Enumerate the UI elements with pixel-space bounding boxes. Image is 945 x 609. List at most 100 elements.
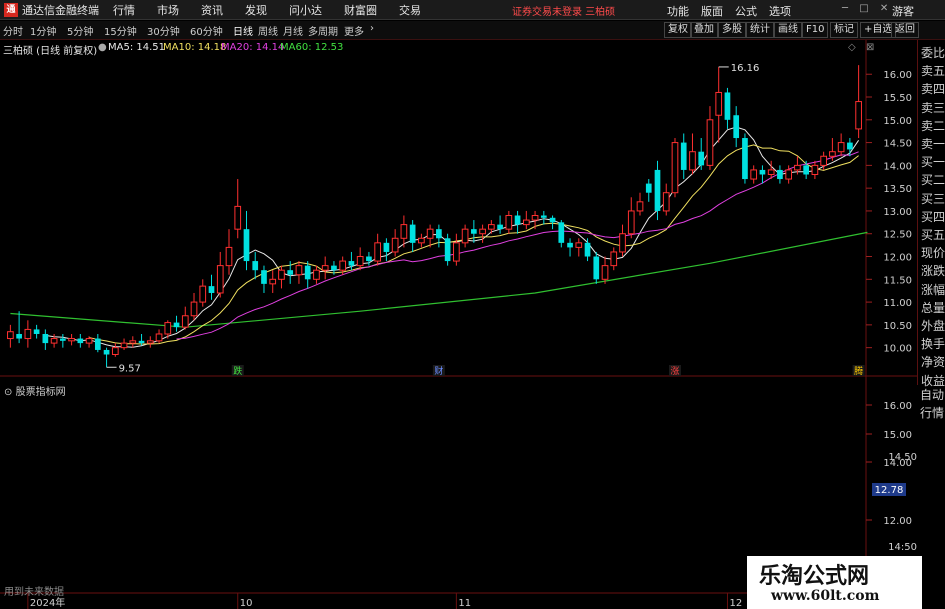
sidebar-field: 涨幅 — [921, 282, 945, 297]
menu-gongneng[interactable]: 功能 — [667, 3, 689, 19]
candle-body-up — [837, 142, 845, 153]
lower-y-tick-label: 16.00 — [883, 401, 912, 412]
candle-body-up — [85, 338, 93, 344]
y-tick-label: 12.50 — [883, 230, 912, 241]
menu-jiaoyi[interactable]: 交易 — [399, 2, 421, 18]
period-multi[interactable]: 多周期 — [308, 23, 338, 38]
period-15min[interactable]: 15分钟 — [104, 23, 137, 38]
menu-banmian[interactable]: 版面 — [701, 3, 723, 19]
candle-body-down — [138, 340, 145, 344]
candle-body-down — [59, 338, 66, 341]
f10-button[interactable]: F10 — [802, 22, 829, 38]
candle-body-up — [662, 192, 670, 212]
ma5-path — [45, 126, 860, 348]
period-1min[interactable]: 1分钟 — [30, 23, 56, 38]
period-60min[interactable]: 60分钟 — [190, 23, 223, 38]
candle-body-down — [103, 349, 110, 355]
ma20-path — [176, 151, 859, 340]
sidebar-field: 卖三 — [921, 100, 945, 115]
sidebar-field: 外盘 — [921, 319, 945, 333]
period-fenshi[interactable]: 分时 — [3, 23, 23, 38]
period-monthly[interactable]: 月线 — [283, 23, 303, 38]
sidebar-field[interactable]: 行情 — [920, 404, 944, 421]
candle-body-up — [164, 322, 172, 335]
menu-caifuquan[interactable]: 财富圈 — [344, 2, 377, 18]
right-menu: 功能 版面 公式 选项 — [667, 3, 803, 19]
candle-body-down — [549, 217, 556, 223]
menu-gongshi[interactable]: 公式 — [735, 3, 757, 19]
y-tick-label: 15.00 — [883, 116, 912, 127]
menu-xuanxiang[interactable]: 选项 — [769, 3, 791, 19]
sidebar-field: 净资 — [921, 355, 945, 370]
candle-body-up — [418, 237, 425, 244]
menu-hangqing[interactable]: 行情 — [113, 2, 135, 18]
period-toolbar: 分时 1分钟 5分钟 15分钟 30分钟 60分钟 日线 周线 月线 多周期 更… — [0, 21, 945, 40]
chart-grid — [0, 40, 917, 600]
candle-body-down — [42, 333, 49, 344]
period-5min[interactable]: 5分钟 — [67, 23, 93, 38]
candle-body-up — [146, 340, 154, 344]
candle-body-up — [531, 215, 539, 221]
window-controls-icon[interactable]: ─ □ ✕ — [842, 3, 892, 14]
event-marker: 财 — [434, 365, 443, 377]
candle-body-down — [173, 322, 180, 328]
candle-body-up — [829, 151, 836, 157]
guest-login-button[interactable]: 游客 — [892, 3, 914, 19]
candle-body-up — [321, 265, 329, 271]
period-weekly[interactable]: 周线 — [258, 23, 278, 38]
settings-dot-icon[interactable]: ⊙ — [4, 387, 12, 398]
sidebar-field: 买三 — [921, 191, 945, 206]
overlay-button[interactable]: 叠加 — [690, 22, 718, 38]
event-marker: 涨 — [670, 366, 679, 377]
candle-body-up — [374, 242, 382, 262]
candle-body-down — [497, 224, 503, 230]
sidebar-field: 委比 — [921, 46, 945, 60]
candle-body-up — [426, 228, 434, 239]
fuquan-button[interactable]: 复权 — [664, 22, 692, 38]
back-button[interactable]: 返回 — [891, 22, 919, 38]
y-tick-label: 16.00 — [883, 70, 912, 81]
candle-body-down — [243, 229, 250, 262]
watermark-url: www.60lt.com — [771, 588, 880, 604]
candle-body-down — [847, 142, 853, 150]
candle-body-down — [409, 224, 416, 243]
menu-zixun[interactable]: 资讯 — [201, 2, 223, 18]
indicator-panel-title: ⊙ 股票指标网 — [4, 383, 66, 398]
mark-button[interactable]: 标记 — [830, 22, 858, 38]
candle-body-up — [50, 338, 58, 344]
multi-stock-button[interactable]: 多股 — [718, 22, 746, 38]
sidebar-field: 现价 — [921, 246, 945, 261]
event-markers: 跌财涨腾 — [231, 365, 865, 377]
stats-button[interactable]: 统计 — [746, 22, 774, 38]
candle-body-down — [261, 270, 267, 284]
menu-wenxiaoda[interactable]: 问小达 — [289, 2, 322, 18]
period-more[interactable]: 更多 — [344, 23, 364, 38]
candle-body-down — [567, 242, 573, 248]
menu-faxian[interactable]: 发现 — [245, 2, 267, 18]
period-30min[interactable]: 30分钟 — [147, 23, 180, 38]
candle-body-down — [77, 338, 84, 344]
y-tick-label: 11.50 — [883, 275, 912, 286]
candles — [7, 65, 862, 368]
candle-body-down — [540, 215, 547, 218]
y-tick-label: 13.00 — [883, 207, 912, 218]
candle-body-up — [278, 269, 285, 280]
candle-body-up — [575, 242, 583, 248]
candle-body-down — [304, 265, 311, 280]
kline-chart[interactable]: 10.00 10.50 11.00 11.50 12.00 12.50 13.00 13.50… — [0, 40, 917, 609]
y-tick-label: 12.00 — [883, 253, 912, 264]
more-arrow-icon[interactable]: › — [370, 23, 374, 34]
candle-body-up — [479, 228, 486, 235]
candle-body-up — [356, 256, 364, 267]
candle-body-up — [794, 164, 801, 171]
candle-body-up — [487, 224, 495, 230]
extreme-label: 16.16 — [731, 63, 760, 74]
candle-body-up — [636, 201, 644, 212]
menu-shichang[interactable]: 市场 — [157, 2, 179, 18]
candle-body-up — [750, 169, 758, 180]
period-daily[interactable]: 日线 — [233, 23, 253, 38]
y-tick-label: 14.00 — [883, 161, 912, 172]
sidebar-field[interactable]: 自动 — [920, 386, 944, 403]
event-marker: 腾 — [854, 365, 863, 377]
draw-line-button[interactable]: 画线 — [774, 22, 802, 38]
